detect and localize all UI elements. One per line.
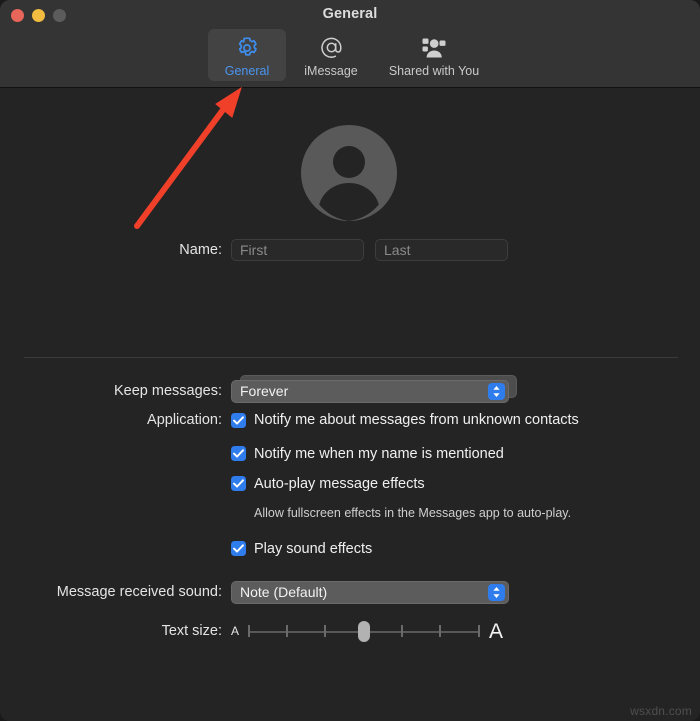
slider-tick bbox=[286, 625, 289, 637]
keep-messages-row: Keep messages: Forever bbox=[0, 378, 700, 404]
name-row: Name: First Last bbox=[0, 239, 700, 261]
first-name-input[interactable]: First bbox=[231, 239, 364, 261]
checkbox-autoplay-message-effects-label: Auto-play message effects bbox=[254, 475, 425, 492]
autoplay-sublabel-row: Allow fullscreen effects in the Messages… bbox=[0, 496, 700, 529]
keep-messages-select[interactable]: Forever bbox=[231, 379, 509, 403]
keep-messages-label: Keep messages: bbox=[113, 383, 222, 399]
autoplay-sublabel: Allow fullscreen effects in the Messages… bbox=[254, 505, 572, 520]
text-size-track[interactable] bbox=[248, 621, 481, 642]
slider-tick bbox=[401, 625, 404, 637]
preferences-toolbar: General iMessage Shared with You bbox=[0, 29, 700, 81]
people-group-icon bbox=[420, 34, 448, 61]
play-sound-effects-row: Play sound effects bbox=[0, 529, 700, 568]
slider-tick bbox=[248, 625, 251, 637]
text-size-max-glyph: A bbox=[489, 619, 504, 643]
message-received-sound-label: Message received sound: bbox=[56, 584, 222, 600]
autoplay-row: Auto-play message effects bbox=[0, 471, 700, 496]
gear-icon bbox=[234, 34, 260, 61]
checkbox-notify-unknown-contacts[interactable]: Notify me about messages from unknown co… bbox=[231, 412, 579, 428]
checkbox-play-sound-effects[interactable]: Play sound effects bbox=[231, 541, 372, 557]
preferences-content: Name: First Last Set up Name and Photo S… bbox=[0, 89, 700, 721]
checkmark-icon bbox=[231, 541, 246, 556]
watermark: wsxdn.com bbox=[630, 704, 692, 718]
window-title: General bbox=[322, 6, 378, 22]
checkmark-icon bbox=[231, 446, 246, 461]
last-name-input[interactable]: Last bbox=[375, 239, 508, 261]
person-placeholder-icon bbox=[301, 125, 397, 221]
settings-section: Keep messages: Forever Application: Noti… bbox=[0, 378, 700, 646]
chevron-updown-icon bbox=[488, 584, 505, 601]
text-size-label: Text size: bbox=[161, 623, 222, 639]
message-received-sound-value: Note (Default) bbox=[240, 584, 328, 600]
tab-shared-with-you[interactable]: Shared with You bbox=[376, 29, 492, 81]
messages-preferences-window: General General iMessage Shared with You… bbox=[0, 0, 700, 721]
checkbox-notify-name-mentioned[interactable]: Notify me when my name is mentioned bbox=[231, 446, 504, 462]
text-size-row: Text size: A A bbox=[0, 616, 700, 646]
name-label: Name: bbox=[179, 242, 222, 258]
application-row: Application: Notify me about messages fr… bbox=[0, 404, 700, 436]
slider-thumb[interactable] bbox=[358, 621, 371, 642]
tab-imessage[interactable]: iMessage bbox=[292, 29, 370, 81]
text-size-slider[interactable]: A A bbox=[231, 621, 503, 642]
at-sign-icon bbox=[318, 34, 345, 61]
tab-imessage-label: iMessage bbox=[304, 64, 358, 78]
tab-general-label: General bbox=[224, 64, 270, 78]
application-label: Application: bbox=[147, 412, 222, 428]
text-size-min-glyph: A bbox=[231, 624, 240, 638]
checkbox-play-sound-effects-label: Play sound effects bbox=[254, 540, 373, 557]
avatar[interactable] bbox=[301, 125, 397, 221]
titlebar: General General iMessage Shared with You bbox=[0, 0, 700, 88]
checkbox-notify-name-mentioned-label: Notify me when my name is mentioned bbox=[254, 445, 504, 462]
tab-general[interactable]: General bbox=[208, 29, 286, 81]
tab-shared-with-you-label: Shared with You bbox=[388, 64, 480, 78]
checkbox-autoplay-message-effects[interactable]: Auto-play message effects bbox=[231, 476, 425, 492]
keep-messages-value: Forever bbox=[240, 383, 289, 399]
section-divider bbox=[24, 357, 678, 358]
slider-tick bbox=[439, 625, 442, 637]
checkbox-notify-unknown-contacts-label: Notify me about messages from unknown co… bbox=[254, 412, 579, 428]
slider-tick bbox=[324, 625, 327, 637]
chevron-updown-icon bbox=[488, 383, 505, 400]
checkmark-icon bbox=[231, 412, 246, 428]
checkmark-icon bbox=[231, 476, 246, 491]
message-received-sound-row: Message received sound: Note (Default) bbox=[0, 568, 700, 616]
slider-tick bbox=[478, 625, 481, 637]
notify-mention-row: Notify me when my name is mentioned bbox=[0, 436, 700, 471]
message-received-sound-select[interactable]: Note (Default) bbox=[231, 580, 509, 604]
